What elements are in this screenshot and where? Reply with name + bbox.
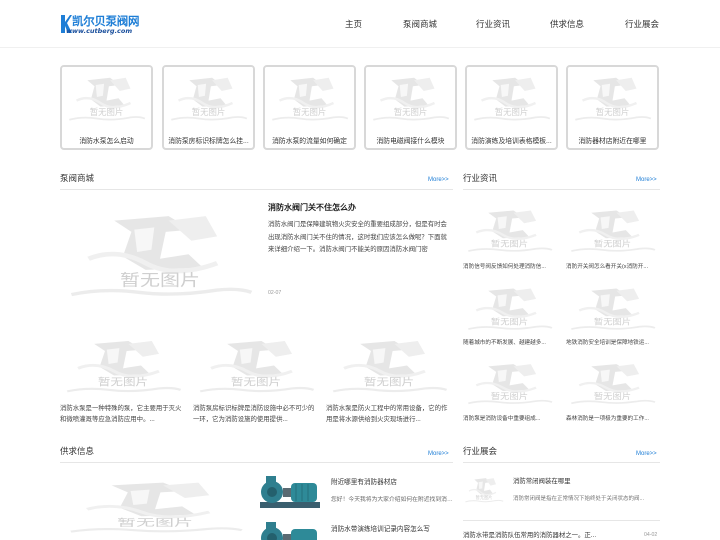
placeholder-image: 暂无图片 — [568, 67, 657, 127]
shop-featured-desc: 消防水阀门是保障建筑物火灾安全的重要组成部分，但是有时会出现消防水阀门关不住的情… — [268, 221, 447, 254]
expo-featured-desc: 消防常闭阀是指在正常情况下始终处于关闭状态的阀... — [513, 496, 645, 502]
placeholder-image: 暂无图片 — [164, 67, 253, 127]
news-item-image[interactable]: 暂无图片 — [463, 278, 556, 336]
top-card-caption: 消防水泵怎么启动 — [79, 138, 134, 145]
news-item-caption[interactable]: 地铁消防安全培训是保障地铁运... — [566, 338, 659, 346]
svg-text:暂无图片: 暂无图片 — [491, 238, 528, 249]
expo-more-link[interactable]: More>> — [636, 451, 657, 457]
expo-item-title[interactable]: 消防水带是消防队伍常用的消防器材之一。正... — [463, 530, 596, 539]
pump-icon — [261, 522, 317, 540]
logo-url: www.cutberg.com — [66, 27, 133, 35]
nav-news[interactable]: 行业资讯 — [476, 18, 510, 30]
news-item-image[interactable]: 暂无图片 — [566, 354, 659, 410]
shop-item-image[interactable]: 暂无图片 — [60, 328, 186, 400]
shop-divider — [60, 189, 453, 190]
top-card[interactable]: 暂无图片 消防电磁阀接什么模块 — [364, 65, 457, 150]
pump-photo[interactable] — [256, 474, 324, 516]
news-more-link[interactable]: More>> — [636, 177, 657, 183]
shop-featured-title[interactable]: 消防水阀门关不住怎么办 — [268, 202, 356, 213]
svg-text:暂无图片: 暂无图片 — [117, 517, 193, 529]
top-card[interactable]: 暂无图片 消防水泵怎么启动 — [60, 65, 153, 150]
pump-photo[interactable] — [256, 520, 324, 540]
news-item-image[interactable]: 暂无图片 — [566, 200, 659, 258]
svg-text:暂无图片: 暂无图片 — [495, 107, 529, 117]
top-card[interactable]: 暂无图片 消防水泵的流量如何确定 — [263, 65, 356, 150]
svg-text:暂无图片: 暂无图片 — [491, 316, 528, 327]
top-card-caption: 消防电磁阀接什么模块 — [376, 138, 445, 145]
shop-item-image[interactable]: 暂无图片 — [193, 328, 319, 400]
supply-item-title[interactable]: 消防水带演练培训记录内容怎么写 — [331, 523, 430, 533]
supply-more-link[interactable]: More>> — [428, 451, 449, 457]
news-item-caption[interactable]: 消防开关阀怎么看开关(x消防开... — [566, 262, 659, 270]
top-card[interactable]: 暂无图片 消防演练及培训表格模板... — [465, 65, 558, 150]
news-item-caption[interactable]: 随着城市的不断发展、越建越多... — [463, 338, 556, 346]
svg-text:暂无图片: 暂无图片 — [594, 391, 631, 402]
svg-text:暂无图片: 暂无图片 — [98, 376, 148, 388]
svg-text:暂无图片: 暂无图片 — [120, 272, 200, 290]
nav-shop[interactable]: 泵阀商城 — [403, 18, 437, 30]
nav-supply[interactable]: 供求信息 — [550, 18, 584, 30]
news-item-caption[interactable]: 消防信号阀反馈如何处理消防信... — [463, 262, 556, 270]
svg-text:暂无图片: 暂无图片 — [231, 376, 281, 388]
expo-featured-title[interactable]: 消防常闭阀装在哪里 — [513, 476, 571, 485]
svg-text:暂无图片: 暂无图片 — [394, 107, 428, 117]
site-logo[interactable]: 凯尔贝泵阀网 www.cutberg.com — [60, 13, 150, 37]
shop-more-link[interactable]: More>> — [428, 177, 449, 183]
expo-featured-image[interactable]: 暂无图片 — [463, 472, 505, 506]
top-card-caption: 消防水泵的流量如何确定 — [272, 138, 347, 145]
expo-section-title: 行业展会 — [463, 446, 498, 456]
pump-icon — [260, 476, 320, 508]
news-item-image[interactable]: 暂无图片 — [463, 354, 556, 410]
shop-item-caption[interactable]: 消防水泵是防火工程中的常用设备，它的作用是将水源供给到火灾现场进行... — [326, 403, 452, 425]
svg-text:暂无图片: 暂无图片 — [192, 107, 226, 117]
supply-section-title: 供求信息 — [60, 446, 95, 456]
svg-text:暂无图片: 暂无图片 — [90, 107, 124, 117]
svg-text:暂无图片: 暂无图片 — [594, 238, 631, 249]
placeholder-image: 暂无图片 — [366, 67, 455, 127]
shop-item-caption[interactable]: 消防水泵是一种特殊的泵，它主要用于灭火和微喷灌溉等应急消防应用中。... — [60, 403, 186, 425]
expo-divider — [463, 520, 660, 521]
shop-section-title: 泵阀商城 — [60, 173, 95, 183]
news-item-image[interactable]: 暂无图片 — [566, 278, 659, 336]
svg-text:暂无图片: 暂无图片 — [293, 107, 327, 117]
news-item-caption[interactable]: 森林消防是一项极为重要的工作... — [566, 414, 659, 422]
news-item-caption[interactable]: 消防泵是消防设备中重要组成... — [463, 414, 556, 422]
expo-item-date: 04-02 — [644, 532, 658, 538]
placeholder-image: 暂无图片 — [265, 67, 354, 127]
supply-item-desc: 您好！今天我将为大家介绍如何在附近找到消防器材店 — [331, 497, 455, 503]
svg-text:暂无图片: 暂无图片 — [596, 107, 630, 117]
top-card[interactable]: 暂无图片 消防器材店附近在哪里 — [566, 65, 659, 150]
nav-home[interactable]: 主页 — [345, 18, 362, 30]
shop-featured-image[interactable]: 暂无图片 — [60, 196, 260, 308]
top-card[interactable]: 暂无图片 消防泵房标识标牌怎么挂... — [162, 65, 255, 150]
svg-text:暂无图片: 暂无图片 — [491, 391, 528, 402]
shop-item-caption[interactable]: 消防泵房标识标牌是消防设施中必不可少的一环，它为消防设施的使用提供... — [193, 403, 319, 425]
expo-divider — [463, 462, 660, 463]
svg-text:暂无图片: 暂无图片 — [364, 376, 414, 388]
placeholder-image: 暂无图片 — [467, 67, 556, 127]
nav-expo[interactable]: 行业展会 — [625, 18, 659, 30]
shop-item-image[interactable]: 暂无图片 — [326, 328, 452, 400]
top-card-caption: 消防泵房标识标牌怎么挂... — [168, 138, 249, 145]
top-card-caption: 消防演练及培训表格模板... — [471, 138, 552, 145]
shop-featured-date: 02-07 — [268, 290, 282, 296]
supply-featured-image[interactable]: 暂无图片 — [60, 470, 250, 540]
news-item-image[interactable]: 暂无图片 — [463, 200, 556, 258]
site-header: 凯尔贝泵阀网 www.cutberg.com 主页 泵阀商城 行业资讯 供求信息… — [0, 0, 720, 48]
svg-text:暂无图片: 暂无图片 — [594, 316, 631, 327]
news-divider — [463, 189, 660, 190]
supply-divider — [60, 462, 453, 463]
news-section-title: 行业资讯 — [463, 173, 498, 183]
top-card-caption: 消防器材店附近在哪里 — [578, 138, 647, 145]
placeholder-image: 暂无图片 — [62, 67, 151, 127]
supply-item-title[interactable]: 附近哪里有消防器材店 — [331, 476, 397, 486]
